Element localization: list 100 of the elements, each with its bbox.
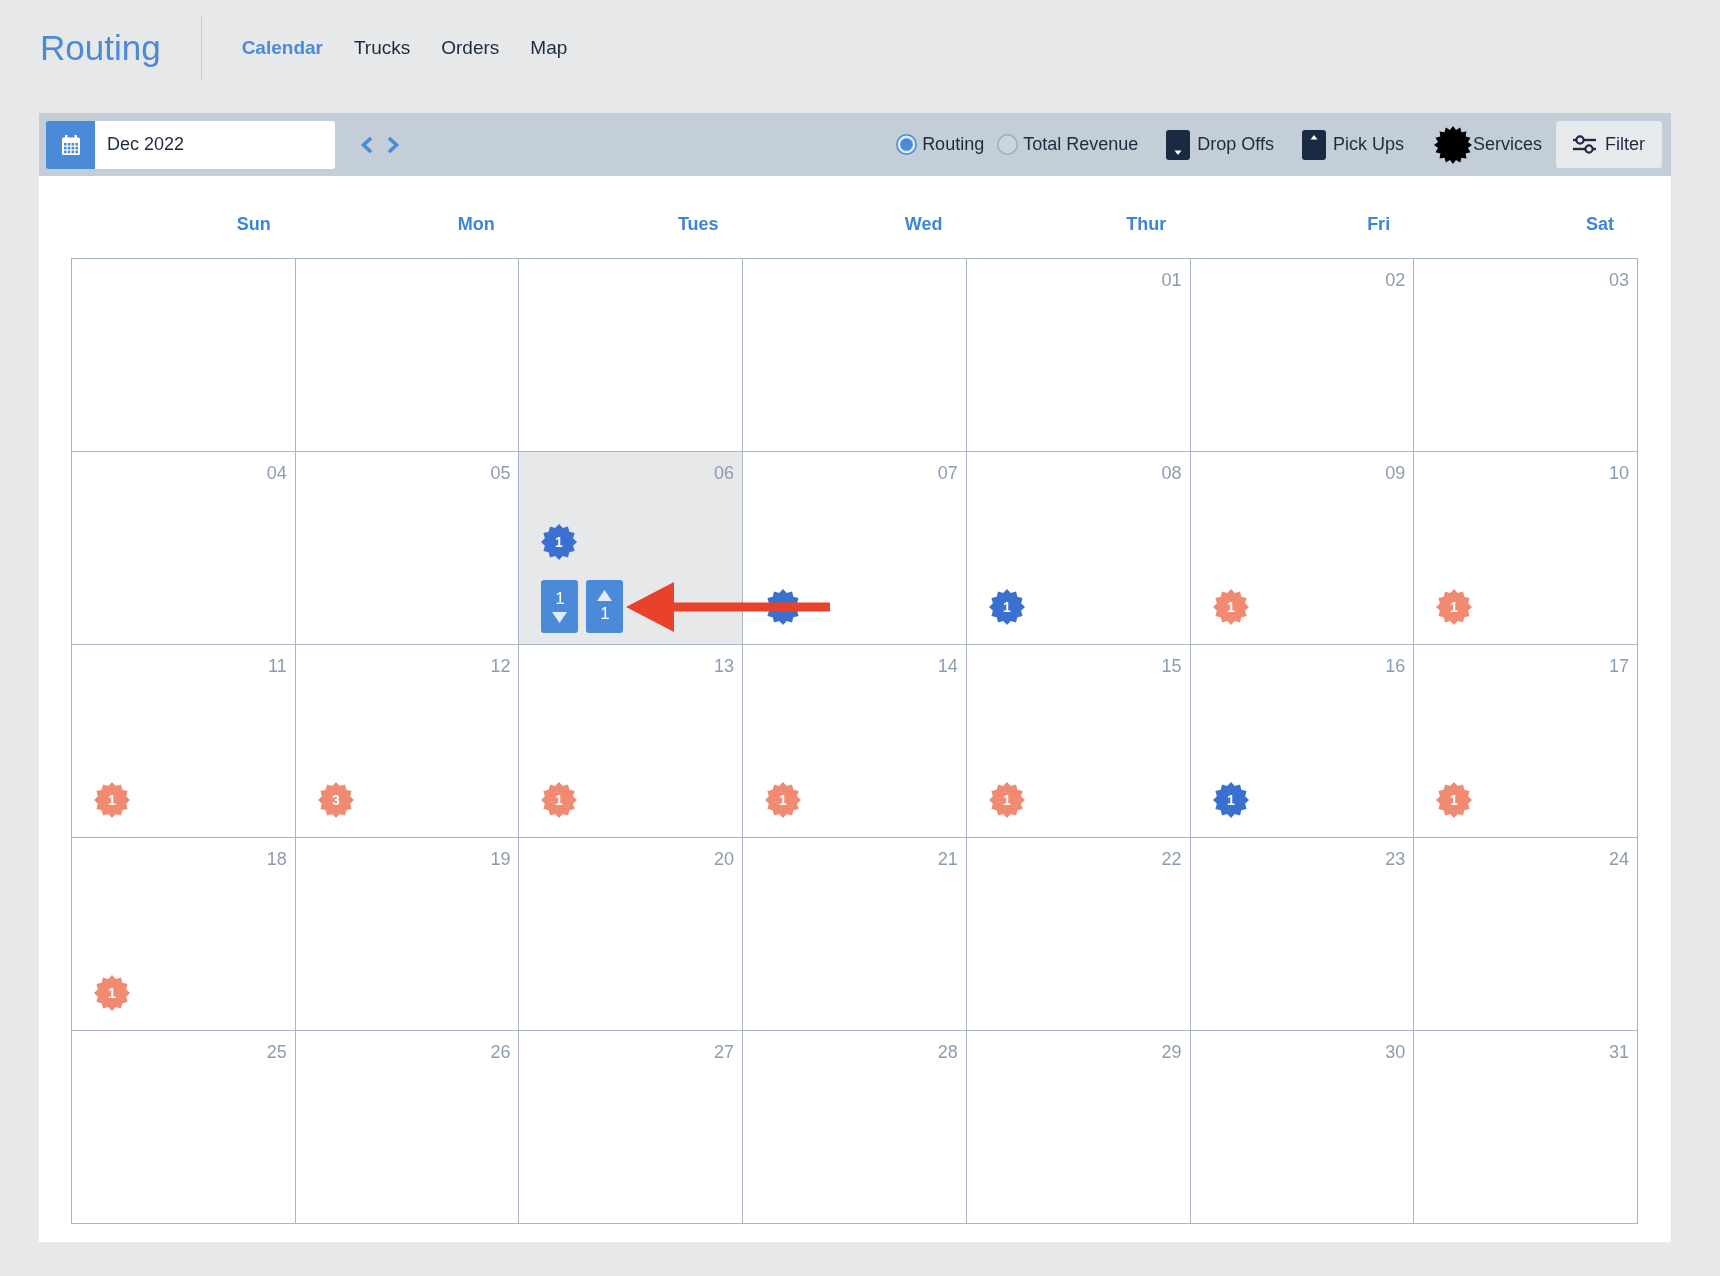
count-badge[interactable]: 3 (317, 781, 354, 818)
nav-tab[interactable]: Trucks (353, 35, 411, 61)
nav-tab[interactable]: Calendar (241, 35, 323, 61)
nav-tab[interactable]: Orders (441, 35, 500, 61)
day-cell[interactable]: 06 1 1 1 (518, 451, 743, 644)
day-cell[interactable]: 22 (965, 837, 1190, 1030)
day-number: 17 (1608, 656, 1629, 676)
day-cell[interactable]: 11 1 (71, 644, 295, 837)
day-cell[interactable]: 07 (742, 451, 966, 644)
date-field[interactable]: Dec 2022 (95, 120, 335, 169)
day-number: 16 (1385, 656, 1406, 676)
day-cell[interactable]: 29 (965, 1030, 1190, 1223)
weekday-label: Mon (457, 214, 495, 234)
day-cell[interactable]: 31 (1413, 1030, 1637, 1223)
day-number: 23 (1385, 849, 1406, 869)
drop-off-icon (1166, 129, 1191, 160)
day-cell[interactable]: 14 1 (742, 644, 966, 837)
view-option[interactable]: Routing (896, 134, 985, 155)
count-badge[interactable]: 1 (541, 523, 578, 560)
day-number: 05 (490, 463, 511, 483)
radio-button[interactable] (997, 134, 1019, 155)
day-number: 26 (490, 1042, 511, 1062)
day-cell[interactable]: 08 1 (965, 451, 1190, 644)
day-cell[interactable]: 15 1 (965, 644, 1190, 837)
count-badge[interactable]: 1 (1436, 781, 1473, 818)
pick-up-icon (1301, 129, 1326, 160)
day-cell[interactable]: 26 (294, 1030, 519, 1223)
up-triangle-icon (597, 590, 613, 601)
day-cell[interactable]: 17 1 (1413, 644, 1637, 837)
chevron-left-icon (360, 135, 373, 154)
day-cell[interactable]: 27 (518, 1030, 743, 1223)
day-number: 18 (266, 849, 287, 869)
day-number: 06 (714, 463, 735, 483)
day-cell[interactable]: 04 (71, 451, 295, 644)
weekday-label: Sat (1586, 214, 1614, 234)
day-cell[interactable]: 30 (1189, 1030, 1414, 1223)
starburst-icon (1433, 125, 1472, 164)
day-cell[interactable]: 05 (294, 451, 519, 644)
day-number: 22 (1161, 849, 1182, 869)
weekday-label: Tues (677, 214, 719, 234)
count-badge[interactable]: 1 (988, 781, 1025, 818)
day-cell[interactable]: 03 (1413, 258, 1637, 451)
sliders-icon (1573, 135, 1596, 154)
day-number: 20 (714, 849, 735, 869)
count-badge[interactable]: 1 (988, 588, 1025, 625)
day-number: 31 (1608, 1042, 1629, 1062)
day-number: 29 (1161, 1042, 1182, 1062)
day-number: 28 (937, 1042, 958, 1062)
day-number: 15 (1161, 656, 1182, 676)
day-cell[interactable]: 28 (742, 1030, 966, 1223)
count-badge[interactable]: 1 (1212, 781, 1249, 818)
legend-label: Drop Offs (1197, 134, 1274, 155)
day-cell[interactable]: 18 1 (71, 837, 295, 1030)
day-cell[interactable]: 09 1 (1189, 451, 1414, 644)
day-cell[interactable]: 21 (742, 837, 966, 1030)
day-cell[interactable]: 23 (1189, 837, 1414, 1030)
count-badge[interactable]: 1 (1212, 588, 1249, 625)
day-number: 04 (266, 463, 287, 483)
count-badge[interactable]: 1 (1436, 588, 1473, 625)
day-number: 21 (937, 849, 958, 869)
pick-up-count-button[interactable]: 1 (586, 580, 624, 633)
day-cell[interactable]: 20 (518, 837, 743, 1030)
day-number: 27 (714, 1042, 735, 1062)
filter-button[interactable]: Filter (1556, 121, 1662, 168)
day-cell[interactable]: 02 (1189, 258, 1414, 451)
weekday-label: Sun (236, 214, 271, 234)
weekday-label: Thur (1126, 214, 1167, 234)
day-number: 02 (1385, 270, 1406, 290)
day-cell[interactable]: 16 1 (1189, 644, 1414, 837)
day-number: 24 (1608, 849, 1629, 869)
day-number: 25 (266, 1042, 287, 1062)
view-option[interactable]: Total Revenue (997, 134, 1139, 155)
nav-tab[interactable]: Map (530, 35, 568, 61)
day-number: 09 (1385, 463, 1406, 483)
next-month-button[interactable] (387, 135, 400, 154)
calendar-button[interactable] (46, 120, 95, 169)
day-number: 13 (714, 656, 735, 676)
count-badge[interactable]: 1 (765, 781, 802, 818)
count-badge[interactable]: 1 (541, 781, 578, 818)
down-triangle-icon (552, 612, 568, 623)
day-cell[interactable]: 10 1 (1413, 451, 1637, 644)
day-cell[interactable]: 13 1 (518, 644, 743, 837)
day-number: 07 (937, 463, 958, 483)
previous-month-button[interactable] (360, 135, 373, 154)
weekday-label: Wed (904, 214, 943, 234)
day-number: 01 (1161, 270, 1182, 290)
count-badge[interactable]: 1 (94, 781, 130, 818)
day-cell[interactable]: 19 (294, 837, 519, 1030)
day-cell[interactable]: 12 3 (294, 644, 519, 837)
day-number: 19 (490, 849, 511, 869)
legend-label: Pick Ups (1332, 134, 1404, 155)
count-badge[interactable]: 1 (94, 974, 130, 1011)
day-cell[interactable]: 25 (71, 1030, 295, 1223)
legend-label: Services (1472, 134, 1542, 155)
day-cell[interactable]: 24 (1413, 837, 1637, 1030)
app-title: Routing (40, 27, 161, 69)
day-number: 30 (1385, 1042, 1406, 1062)
radio-button[interactable] (896, 134, 918, 155)
drop-off-count-button[interactable]: 1 (541, 580, 579, 633)
day-cell[interactable]: 01 (965, 258, 1190, 451)
